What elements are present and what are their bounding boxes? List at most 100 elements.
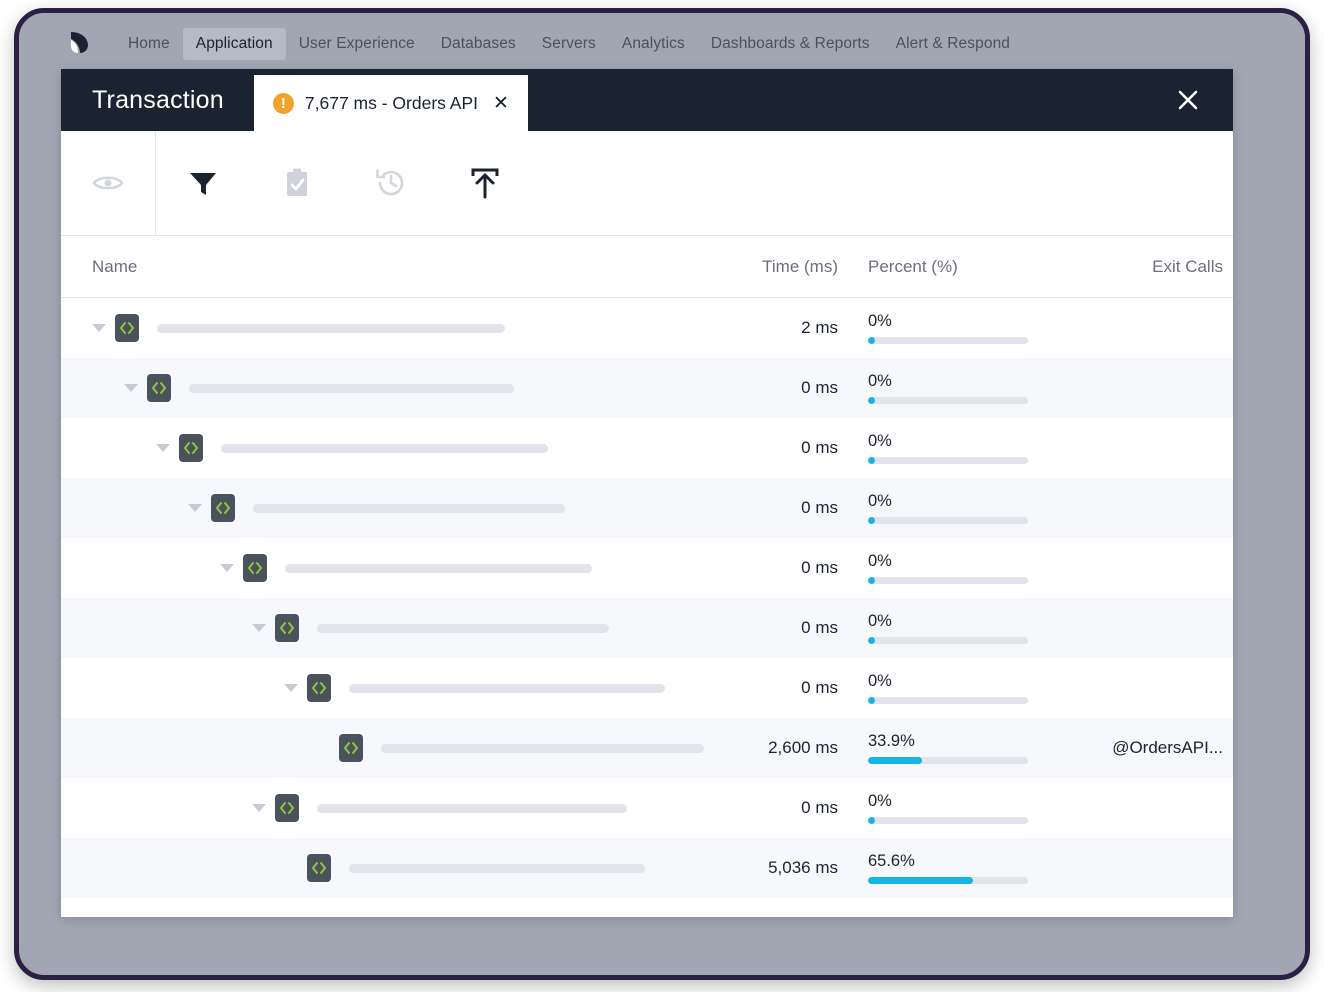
nav-item-application[interactable]: Application xyxy=(182,28,286,60)
eye-button[interactable] xyxy=(61,131,155,236)
row-name-placeholder xyxy=(317,803,627,813)
row-percent-label: 65.6% xyxy=(868,852,915,870)
expand-caret-icon[interactable] xyxy=(252,804,266,812)
row-percent-label: 0% xyxy=(868,432,892,450)
filter-button[interactable] xyxy=(156,131,250,236)
column-header-time[interactable]: Time (ms) xyxy=(658,257,838,277)
export-button[interactable] xyxy=(438,131,532,236)
row-time-value: 0 ms xyxy=(801,438,838,457)
row-name-cell xyxy=(61,494,658,522)
column-header-name[interactable]: Name xyxy=(61,257,658,277)
code-icon xyxy=(339,734,363,762)
row-percent-cell: 0% xyxy=(838,492,1043,524)
row-name-cell xyxy=(61,674,665,702)
row-exit-calls[interactable]: @OrdersAPI... xyxy=(1043,738,1233,758)
row-percent-label: 0% xyxy=(868,672,892,690)
column-header-exit[interactable]: Exit Calls xyxy=(1043,257,1233,277)
row-time-value: 0 ms xyxy=(801,378,838,397)
row-percent-track xyxy=(868,457,1028,464)
table-row[interactable]: 0 ms 0% xyxy=(61,658,1233,718)
eye-icon xyxy=(92,176,124,190)
row-name-placeholder xyxy=(285,563,592,573)
row-name-cell xyxy=(61,374,658,402)
row-percent-track xyxy=(868,637,1028,644)
expand-caret-icon[interactable] xyxy=(252,624,266,632)
row-name-placeholder xyxy=(221,443,548,453)
row-name-placeholder xyxy=(381,743,704,753)
nav-item-alert-respond[interactable]: Alert & Respond xyxy=(883,28,1023,60)
nav-item-analytics[interactable]: Analytics xyxy=(609,28,698,60)
code-icon xyxy=(307,674,331,702)
row-percent-cell: 0% xyxy=(838,672,1043,704)
row-time-value: 0 ms xyxy=(801,498,838,517)
row-percent-fill xyxy=(868,817,875,824)
tab-label: 7,677 ms - Orders API xyxy=(304,92,479,113)
nav-item-servers[interactable]: Servers xyxy=(529,28,609,60)
row-name-placeholder xyxy=(317,623,609,633)
expand-caret-icon[interactable] xyxy=(220,564,234,572)
appdynamics-logo-icon xyxy=(67,29,93,55)
row-time-value: 0 ms xyxy=(801,798,838,817)
nav-item-user-experience[interactable]: User Experience xyxy=(286,28,428,60)
nav-item-dashboards-reports[interactable]: Dashboards & Reports xyxy=(698,28,883,60)
tab-orders-api[interactable]: ! 7,677 ms - Orders API ✕ xyxy=(253,75,528,131)
history-button[interactable] xyxy=(344,131,438,236)
transaction-panel: Transaction ! 7,677 ms - Orders API ✕ Na… xyxy=(61,69,1233,917)
row-time-value: 2 ms xyxy=(801,318,838,337)
row-name-cell xyxy=(61,554,658,582)
row-percent-label: 0% xyxy=(868,552,892,570)
row-percent-track xyxy=(868,577,1028,584)
row-percent-cell: 0% xyxy=(838,372,1043,404)
row-name-placeholder xyxy=(253,503,565,513)
expand-caret-icon[interactable] xyxy=(124,384,138,392)
device-frame: Home Application User Experience Databases S… xyxy=(14,8,1310,980)
expand-caret-icon[interactable] xyxy=(156,444,170,452)
tab-close-icon[interactable]: ✕ xyxy=(489,94,509,113)
table-row[interactable]: 0 ms 0% xyxy=(61,358,1233,418)
expand-caret-icon[interactable] xyxy=(92,324,106,332)
row-percent-fill xyxy=(868,697,875,704)
table-row[interactable]: 0 ms 0% xyxy=(61,418,1233,478)
transaction-rows: 2 ms 0% 0 ms 0% 0 ms 0% 0 ms 0% 0 ms 0% 0 ms 0% 0 ms… xyxy=(61,298,1233,898)
row-percent-label: 0% xyxy=(868,612,892,630)
table-row[interactable]: 2,600 ms 33.9% @OrdersAPI... xyxy=(61,718,1233,778)
panel-close-button[interactable] xyxy=(1143,69,1233,131)
row-name-placeholder xyxy=(189,383,514,393)
table-row[interactable]: 5,036 ms 65.6% xyxy=(61,838,1233,898)
row-percent-track xyxy=(868,697,1028,704)
row-time-value: 0 ms xyxy=(801,558,838,577)
row-percent-cell: 0% xyxy=(838,312,1043,344)
row-percent-track xyxy=(868,517,1028,524)
clipboard-check-icon xyxy=(287,168,307,196)
row-percent-fill xyxy=(868,757,923,764)
clipboard-check-button[interactable] xyxy=(250,131,344,236)
row-percent-cell: 0% xyxy=(838,552,1043,584)
code-icon xyxy=(275,794,299,822)
row-name-cell xyxy=(61,434,658,462)
app-navigation-bar: Home Application User Experience Databases S… xyxy=(19,13,1305,75)
row-percent-track xyxy=(868,397,1028,404)
code-icon xyxy=(147,374,171,402)
row-percent-cell: 65.6% xyxy=(838,852,1043,884)
expand-caret-icon[interactable] xyxy=(188,504,202,512)
row-name-cell xyxy=(61,794,658,822)
nav-item-home[interactable]: Home xyxy=(115,28,183,60)
table-row[interactable]: 0 ms 0% xyxy=(61,598,1233,658)
table-row[interactable]: 0 ms 0% xyxy=(61,538,1233,598)
column-header-percent[interactable]: Percent (%) xyxy=(838,257,1043,277)
panel-title: Transaction xyxy=(92,85,224,114)
table-header-row: Name Time (ms) Percent (%) Exit Calls xyxy=(61,236,1233,298)
table-row[interactable]: 0 ms 0% xyxy=(61,778,1233,838)
history-icon xyxy=(376,169,404,196)
row-name-placeholder xyxy=(349,683,665,693)
row-percent-label: 0% xyxy=(868,792,892,810)
row-name-cell xyxy=(61,854,658,882)
nav-item-databases[interactable]: Databases xyxy=(428,28,529,60)
table-row[interactable]: 2 ms 0% xyxy=(61,298,1233,358)
row-time-value: 0 ms xyxy=(801,678,838,697)
row-percent-fill xyxy=(868,877,973,884)
table-row[interactable]: 0 ms 0% xyxy=(61,478,1233,538)
expand-caret-icon[interactable] xyxy=(284,684,298,692)
code-icon xyxy=(243,554,267,582)
row-percent-cell: 33.9% xyxy=(838,732,1043,764)
